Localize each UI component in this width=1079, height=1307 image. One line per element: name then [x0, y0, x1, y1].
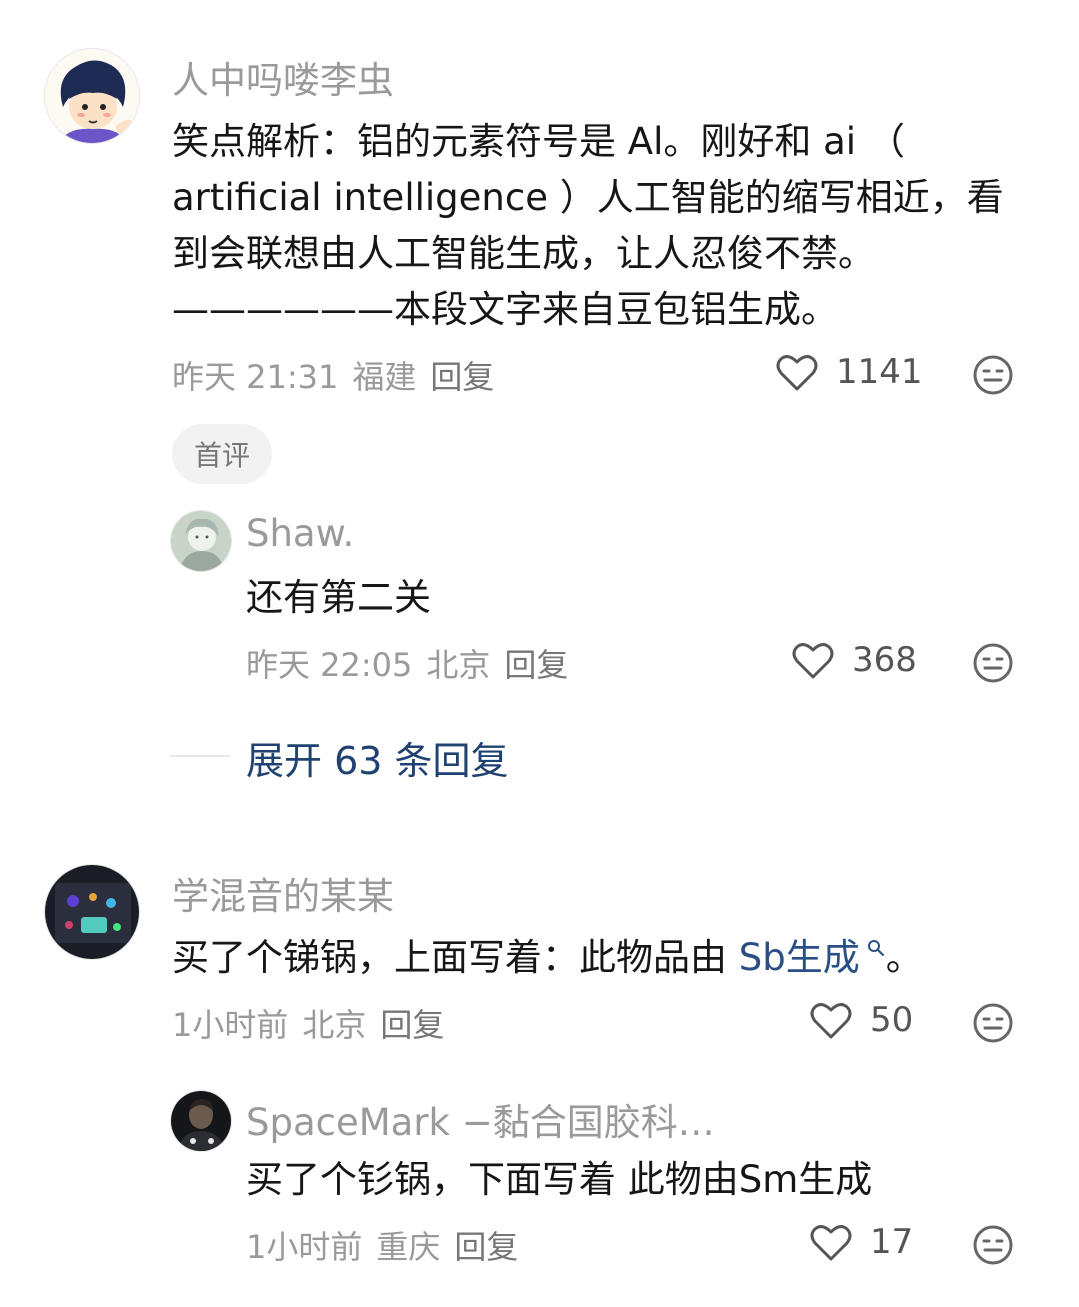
reply-username[interactable]: SpaceMark −黏合国胶科…	[246, 1092, 715, 1146]
avatar[interactable]	[44, 48, 140, 144]
reply-location: 重庆	[376, 1228, 441, 1266]
reply-meta: 1小时前 重庆 回复	[246, 1222, 518, 1268]
like-button[interactable]: 1141	[776, 352, 923, 392]
expand-replies-button[interactable]: 展开 63 条回复	[246, 730, 509, 785]
heart-outline-icon	[810, 1003, 852, 1039]
like-count: 50	[870, 1000, 914, 1040]
avatar[interactable]	[170, 1090, 232, 1152]
comment-meta: 1小时前 北京 回复	[172, 1000, 444, 1046]
like-count: 368	[852, 640, 917, 680]
comment-location: 福建	[352, 358, 417, 396]
heart-outline-icon	[776, 355, 818, 391]
comment-location: 北京	[302, 1006, 367, 1044]
reply-meta: 昨天 22:05 北京 回复	[246, 640, 568, 686]
like-button[interactable]: 50	[810, 1000, 913, 1040]
comment-text: 笑点解析：铝的元素符号是 Al。刚好和 ai （ artificial inte…	[172, 120, 1004, 331]
comment-username[interactable]: 人中吗喽李虫	[172, 50, 394, 104]
reply-button[interactable]: 回复	[430, 352, 494, 398]
like-count: 1141	[836, 352, 923, 392]
reply-button[interactable]: 回复	[504, 640, 568, 686]
avatar[interactable]	[170, 510, 232, 572]
divider	[170, 755, 230, 757]
comment-meta: 昨天 21:31 福建 回复	[172, 352, 494, 398]
reply-time: 1小时前	[246, 1228, 363, 1266]
like-button[interactable]: 17	[810, 1222, 913, 1262]
avatar[interactable]	[44, 864, 140, 960]
reply-text: 买了个钐锅，下面写着 此物由Sm生成	[246, 1158, 873, 1201]
comment-text-prefix: 买了个锑锅，上面写着：此物品由	[172, 936, 739, 979]
reply-button[interactable]: 回复	[380, 1000, 444, 1046]
neutral-face-icon[interactable]	[972, 1224, 1014, 1266]
neutral-face-icon[interactable]	[972, 642, 1014, 684]
reply-text: 还有第二关	[246, 576, 431, 619]
comment-time: 昨天 21:31	[172, 358, 339, 396]
search-link[interactable]: Sb生成	[739, 936, 860, 979]
like-count: 17	[870, 1222, 914, 1262]
comment-time: 1小时前	[172, 1006, 289, 1044]
comment-text-suffix: 。	[885, 936, 923, 979]
reply-button[interactable]: 回复	[454, 1222, 518, 1268]
neutral-face-icon[interactable]	[972, 1002, 1014, 1044]
comment-text: 买了个锑锅，上面写着：此物品由 Sb生成。	[172, 930, 1032, 986]
reply-location: 北京	[426, 646, 491, 684]
first-comment-badge: 首评	[172, 424, 273, 484]
neutral-face-icon[interactable]	[972, 354, 1014, 396]
reply-username[interactable]: Shaw.	[246, 512, 354, 555]
heart-outline-icon	[792, 643, 834, 679]
reply-time: 昨天 22:05	[246, 646, 413, 684]
comment-username[interactable]: 学混音的某某	[172, 866, 394, 920]
heart-outline-icon	[810, 1225, 852, 1261]
search-icon[interactable]	[866, 938, 886, 960]
like-button[interactable]: 368	[792, 640, 917, 680]
